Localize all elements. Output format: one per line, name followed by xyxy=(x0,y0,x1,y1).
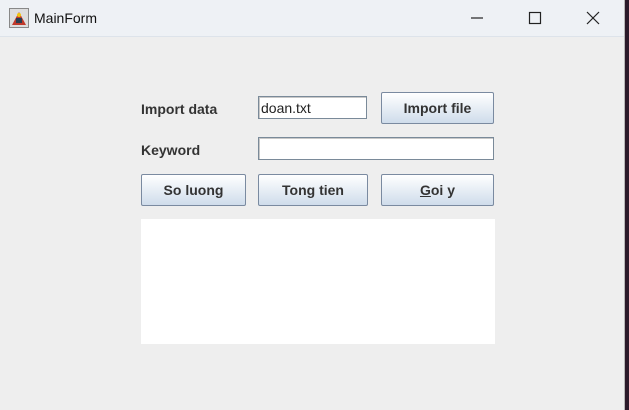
close-button[interactable] xyxy=(570,0,616,36)
main-window: MainForm Import data Import file Keyword… xyxy=(0,0,625,410)
tong-tien-button[interactable]: Tong tien xyxy=(258,174,368,206)
goi-y-button[interactable]: Goi y xyxy=(381,174,494,206)
close-icon xyxy=(586,11,600,25)
goi-y-label-rest: oi y xyxy=(430,182,455,198)
so-luong-button[interactable]: So luong xyxy=(141,174,246,206)
title-bar[interactable]: MainForm xyxy=(0,0,624,37)
maximize-button[interactable] xyxy=(512,0,558,36)
maximize-icon xyxy=(528,11,542,25)
import-data-label: Import data xyxy=(141,101,218,117)
minimize-icon xyxy=(471,17,483,19)
desktop-background xyxy=(625,0,629,410)
keyword-label: Keyword xyxy=(141,142,201,158)
window-title: MainForm xyxy=(34,10,98,26)
goi-y-mnemonic: G xyxy=(419,182,431,198)
import-file-field[interactable] xyxy=(258,96,367,119)
result-text-area[interactable] xyxy=(141,219,495,344)
keyword-input[interactable] xyxy=(258,137,494,160)
java-app-icon xyxy=(9,8,29,28)
minimize-button[interactable] xyxy=(454,0,500,36)
import-file-button[interactable]: Import file xyxy=(381,92,494,124)
